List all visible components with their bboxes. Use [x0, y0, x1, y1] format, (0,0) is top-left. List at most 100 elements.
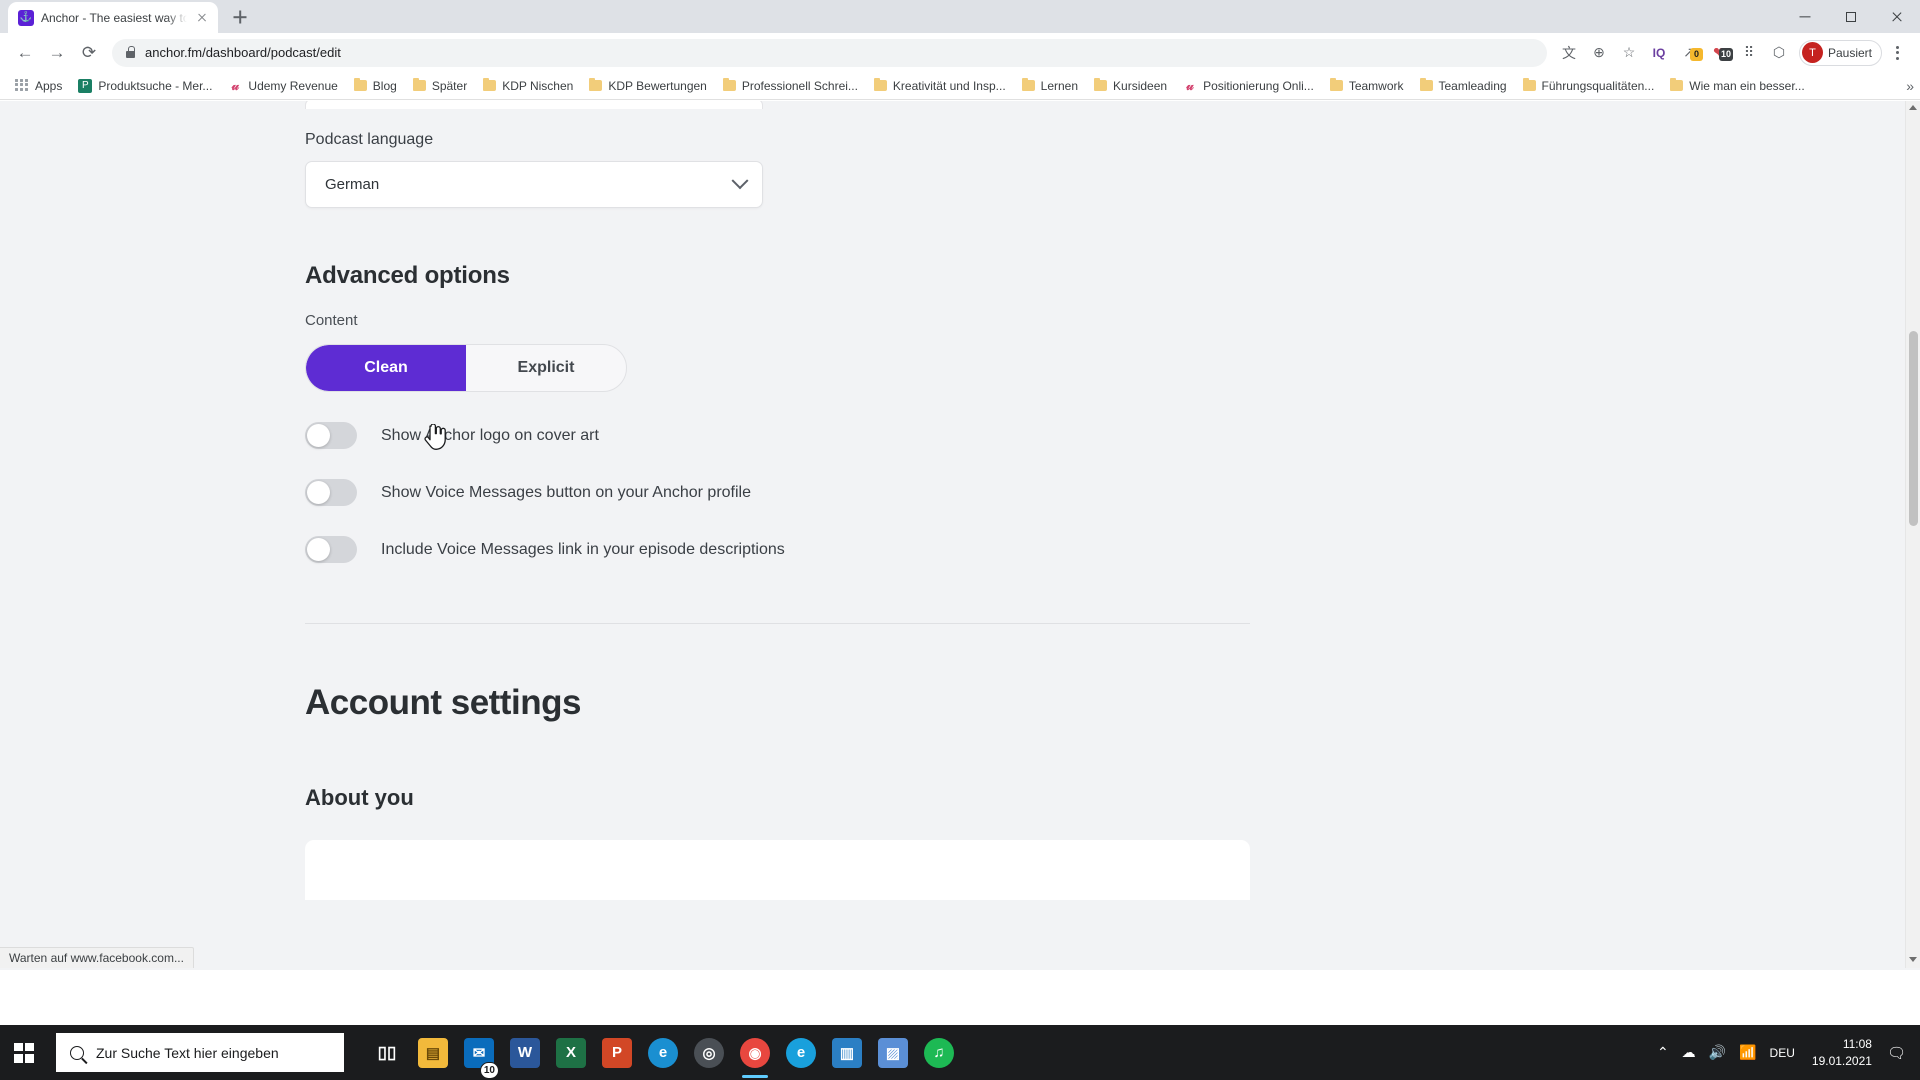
cloud-icon[interactable]: ☁ — [1682, 1044, 1696, 1061]
bookmark-label: Apps — [35, 78, 63, 93]
pocket-badge: 10 — [1718, 47, 1733, 61]
bookmark-kdp-nischen[interactable]: KDP Nischen — [476, 76, 580, 96]
folder-icon — [722, 78, 736, 91]
zoom-icon[interactable]: ⊕ — [1585, 39, 1613, 67]
folder-icon — [353, 78, 367, 91]
bookmark-label: Professionell Schrei... — [741, 78, 858, 93]
edge-chromium-icon[interactable]: e — [780, 1025, 822, 1080]
bookmark-blog[interactable]: Blog — [347, 76, 404, 96]
forward-icon[interactable]: → — [42, 38, 72, 68]
excel-icon[interactable]: X — [550, 1025, 592, 1080]
browser-tab-anchor[interactable]: ⚓ Anchor - The easiest way to mak — [8, 2, 218, 33]
scroll-down-icon[interactable] — [1909, 957, 1917, 962]
toggle-show-anchor-logo[interactable] — [305, 422, 357, 449]
bookmark-label: Teamleading — [1438, 78, 1507, 93]
folder-icon — [483, 78, 497, 91]
toggle-row-voice-messages-link: Include Voice Messages link in your epis… — [305, 536, 1920, 563]
url-text: anchor.fm/dashboard/podcast/edit — [145, 45, 341, 60]
bookmark-apps[interactable]: Apps — [8, 76, 69, 96]
language-indicator[interactable]: DEU — [1770, 1046, 1795, 1060]
bookmark-label: Teamwork — [1348, 78, 1404, 93]
taskbar-search-input[interactable]: Zur Suche Text hier eingeben — [56, 1033, 344, 1072]
podcast-language-value: German — [325, 176, 380, 193]
bookmark-kreativitaet[interactable]: Kreativität und Insp... — [867, 76, 1013, 96]
photos-icon[interactable]: ▨ — [872, 1025, 914, 1080]
outlook-news-icon[interactable]: ▥ — [826, 1025, 868, 1080]
bookmark-fuehrungsqualitaeten[interactable]: Führungsqualitäten... — [1516, 76, 1662, 96]
window-controls — [1782, 0, 1920, 33]
file-explorer-icon[interactable]: ▤ — [412, 1025, 454, 1080]
windows-taskbar: Zur Suche Text hier eingeben ▯▯ ▤ ✉ 10 W… — [0, 1025, 1920, 1080]
chrome-icon[interactable]: ◉ — [734, 1025, 776, 1080]
about-you-card — [305, 840, 1250, 900]
avatar: T — [1801, 42, 1823, 63]
iq-extension-icon[interactable]: IQ — [1645, 39, 1673, 67]
bookmark-teamleading[interactable]: Teamleading — [1413, 76, 1514, 96]
volume-icon[interactable]: 🔊 — [1709, 1044, 1726, 1061]
network-icon[interactable]: 📶 — [1739, 1044, 1756, 1061]
close-icon[interactable] — [194, 10, 210, 26]
bookmark-label: Kursideen — [1113, 78, 1168, 93]
udemy-icon: 𝓊 — [1186, 78, 1194, 93]
puzzle-icon[interactable]: ⬡ — [1765, 39, 1793, 67]
task-view-icon[interactable]: ▯▯ — [366, 1025, 408, 1080]
kebab-menu-icon[interactable] — [1884, 39, 1910, 67]
windows-start-icon[interactable] — [0, 1025, 48, 1080]
extensions-icon[interactable]: ⠿ — [1735, 39, 1763, 67]
scrollbar-thumb[interactable] — [1909, 331, 1918, 526]
minimize-button[interactable] — [1782, 0, 1828, 33]
powerpoint-icon[interactable]: P — [596, 1025, 638, 1080]
lock-icon — [126, 46, 136, 58]
profile-button[interactable]: T Pausiert — [1798, 39, 1882, 66]
content-explicit-button[interactable]: Explicit — [466, 345, 626, 391]
folder-icon — [589, 78, 603, 91]
clock-date: 19.01.2021 — [1811, 1053, 1872, 1068]
bookmark-label: Produktsuche - Mer... — [98, 78, 213, 93]
content-clean-button[interactable]: Clean — [306, 345, 466, 391]
bookmark-professionell-schreiben[interactable]: Professionell Schrei... — [716, 76, 865, 96]
chevron-down-icon — [731, 171, 749, 189]
account-settings-heading: Account settings — [305, 683, 581, 722]
translate-icon[interactable]: 文 — [1555, 39, 1583, 67]
podcast-language-select[interactable]: German — [305, 161, 763, 208]
word-icon[interactable]: W — [504, 1025, 546, 1080]
toggle-show-voice-messages-button[interactable] — [305, 479, 357, 506]
bookmark-produktsuche[interactable]: P Produktsuche - Mer... — [71, 76, 219, 96]
toggle-include-voice-messages-link[interactable] — [305, 536, 357, 563]
bookmark-udemy-revenue[interactable]: 𝓊 Udemy Revenue — [221, 76, 344, 96]
bookmark-label: KDP Bewertungen — [608, 78, 707, 93]
folder-icon — [873, 78, 887, 91]
bookmarks-overflow-icon[interactable]: » — [1906, 78, 1914, 94]
address-bar[interactable]: anchor.fm/dashboard/podcast/edit — [112, 38, 1547, 67]
scroll-up-icon[interactable] — [1909, 105, 1917, 110]
grammarly-badge: 0 — [1689, 47, 1703, 61]
mail-icon[interactable]: ✉ 10 — [458, 1025, 500, 1080]
bookmark-kdp-bewertungen[interactable]: KDP Bewertungen — [582, 76, 714, 96]
bookmark-kursideen[interactable]: Kursideen — [1087, 76, 1174, 96]
spotify-icon[interactable]: ♫ — [918, 1025, 960, 1080]
clock[interactable]: 11:08 19.01.2021 — [1812, 1036, 1872, 1068]
new-tab-button[interactable] — [226, 3, 254, 31]
browser-window: ⚓ Anchor - The easiest way to mak ← → ⟳ … — [0, 0, 1920, 1025]
bookmark-teamwork[interactable]: Teamwork — [1323, 76, 1411, 96]
tray-overflow-icon[interactable]: ⌃ — [1657, 1044, 1669, 1061]
notifications-icon[interactable]: 🗨 — [1887, 1044, 1906, 1062]
advanced-options-heading: Advanced options — [305, 262, 510, 289]
cd-burner-icon[interactable]: ◎ — [688, 1025, 730, 1080]
edge-icon[interactable]: e — [642, 1025, 684, 1080]
pocket-extension-icon[interactable]: ❤ 10 — [1705, 39, 1733, 67]
reload-icon[interactable]: ⟳ — [74, 38, 104, 68]
bookmark-spaeter[interactable]: Später — [406, 76, 474, 96]
back-icon[interactable]: ← — [10, 38, 40, 68]
podcast-language-label: Podcast language — [305, 131, 434, 148]
bookmark-positionierung[interactable]: 𝓊 Positionierung Onli... — [1176, 76, 1321, 96]
bookmark-lernen[interactable]: Lernen — [1015, 76, 1085, 96]
grammarly-extension-icon[interactable]: ↗ 0 — [1675, 39, 1703, 67]
maximize-button[interactable] — [1828, 0, 1874, 33]
window-close-button[interactable] — [1874, 0, 1920, 33]
bookmark-star-icon[interactable]: ☆ — [1615, 39, 1643, 67]
page-scrollbar[interactable] — [1905, 101, 1920, 968]
bookmark-wie-man-ein-besser[interactable]: Wie man ein besser... — [1663, 76, 1811, 96]
bookmark-label: Positionierung Onli... — [1203, 78, 1314, 93]
bookmark-label: Kreativität und Insp... — [892, 78, 1006, 93]
